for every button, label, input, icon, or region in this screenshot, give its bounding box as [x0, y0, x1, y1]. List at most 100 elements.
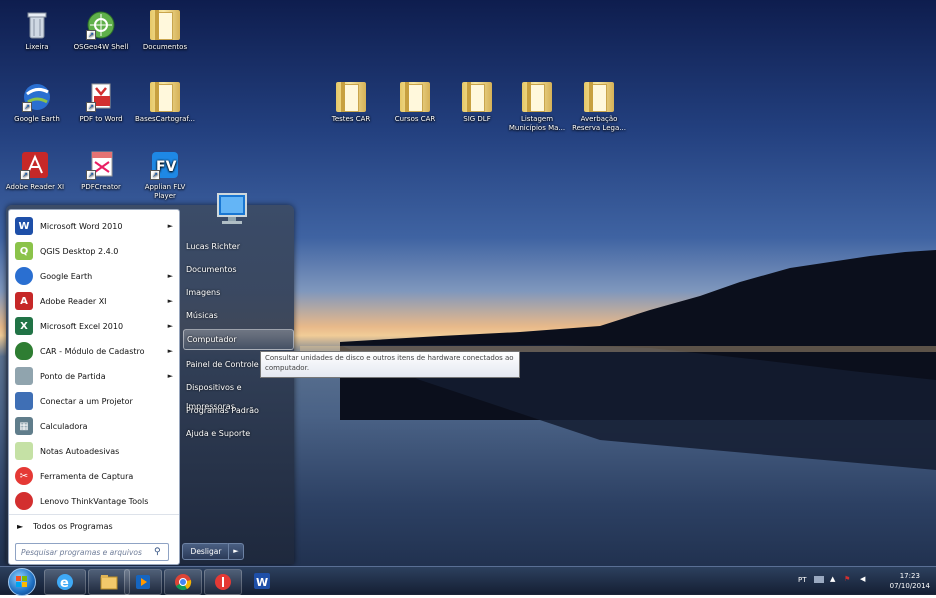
desktop-icon-label: Testes CAR [331, 115, 371, 123]
triangle-right-icon: ► [17, 521, 24, 531]
submenu-arrow-icon[interactable]: ► [168, 322, 173, 330]
adobe-reader-icon: ↗ [20, 150, 50, 180]
program-label: Lenovo ThinkVantage Tools [40, 496, 149, 506]
search-input[interactable]: Pesquisar programas e arquivos ⚲ [15, 543, 169, 561]
pdf-to-word-icon: ↗ [86, 82, 116, 112]
all-programs-label: Todos os Programas [33, 521, 113, 531]
place-imagens[interactable]: Imagens [183, 283, 292, 302]
taskbar-word[interactable]: W [244, 569, 280, 593]
taskbar-media-player[interactable] [124, 569, 162, 595]
osgeo-icon: ↗ [86, 10, 116, 40]
google-earth-icon [15, 267, 33, 285]
program-notas-autoadesivas[interactable]: Notas Autoadesivas [9, 439, 179, 463]
folder-icon [336, 82, 366, 112]
action-center-flag-icon[interactable]: ⚑ [844, 575, 850, 583]
show-hidden-icons-button[interactable]: ▲ [830, 575, 835, 583]
program-label: Adobe Reader XI [40, 296, 107, 306]
excel-icon: X [15, 317, 33, 335]
recycle-bin-icon [22, 10, 52, 40]
sticky-notes-icon [15, 442, 33, 460]
place-computador[interactable]: Computador [183, 329, 294, 350]
taskbar-thinkvantage[interactable] [204, 569, 242, 595]
all-programs-button[interactable]: ► Todos os Programas [9, 514, 179, 537]
desktop-icon-averbacao-reserva[interactable]: Averbação Reserva Lega... [568, 82, 630, 133]
word-icon: W [254, 573, 270, 589]
place-ajuda-suporte[interactable]: Ajuda e Suporte [183, 424, 292, 443]
desktop-icon-basescartograf[interactable]: BasesCartograf... [134, 82, 196, 124]
clock-time: 17:23 [899, 572, 920, 580]
place-lucas-richter[interactable]: Lucas Richter [183, 237, 292, 256]
program-adobe-reader[interactable]: A Adobe Reader XI ► [9, 289, 179, 313]
folder-icon [100, 575, 118, 590]
submenu-arrow-icon[interactable]: ► [168, 222, 173, 230]
search-icon[interactable]: ⚲ [154, 547, 168, 557]
desktop-icon-google-earth[interactable]: ↗ Google Earth [6, 82, 68, 124]
desktop-icon-label: Documentos [142, 43, 188, 51]
program-ferramenta-captura[interactable]: ✂ Ferramenta de Captura [9, 464, 179, 488]
car-leaf-icon [15, 342, 33, 360]
taskbar-chrome[interactable] [164, 569, 202, 595]
search-placeholder: Pesquisar programas e arquivos [21, 547, 142, 557]
place-dispositivos-impressoras[interactable]: Dispositivos e Impressoras [183, 378, 292, 411]
desktop-icon-label: PDFCreator [81, 183, 121, 191]
program-conectar-projetor[interactable]: Conectar a um Projetor [9, 389, 179, 413]
projector-icon [15, 392, 33, 410]
thinkvantage-icon [215, 574, 231, 590]
desktop-icon-osgeo4w-shell[interactable]: ↗ OSGeo4W Shell [70, 10, 132, 52]
program-label: Conectar a um Projetor [40, 396, 133, 406]
volume-icon[interactable]: ◀ [860, 575, 865, 583]
pdfcreator-icon: ↗ [86, 150, 116, 180]
shutdown-options-button[interactable]: ► [228, 543, 244, 560]
desktop-icon-pdf-to-word[interactable]: ↗ PDF to Word [70, 82, 132, 124]
program-label: Calculadora [40, 421, 88, 431]
program-label: Ferramenta de Captura [40, 471, 134, 481]
computer-icon [212, 190, 252, 230]
place-musicas[interactable]: Músicas [183, 306, 292, 325]
clock[interactable]: 17:23 07/10/2014 [890, 571, 930, 591]
program-microsoft-word[interactable]: W Microsoft Word 2010 ► [9, 214, 179, 238]
desktop-icon-adobe-reader[interactable]: ↗ Adobe Reader XI [4, 150, 66, 192]
desktop-icon-label: Cursos CAR [394, 115, 436, 123]
program-microsoft-excel[interactable]: X Microsoft Excel 2010 ► [9, 314, 179, 338]
desktop-icon-pdfcreator[interactable]: ↗ PDFCreator [70, 150, 132, 192]
program-qgis-desktop[interactable]: Q QGIS Desktop 2.4.0 [9, 239, 179, 263]
folder-icon [150, 10, 180, 40]
submenu-arrow-icon[interactable]: ► [168, 297, 173, 305]
desktop-icon-lixeira[interactable]: Lixeira [6, 10, 68, 52]
program-calculadora[interactable]: ▦ Calculadora [9, 414, 179, 438]
desktop-icon-applian-flv[interactable]: FV ↗ Applian FLV Player [134, 150, 196, 201]
program-label: Ponto de Partida [40, 371, 106, 381]
desktop-icon-label: Applian FLV Player [144, 183, 186, 200]
program-car-modulo-cadastro[interactable]: CAR - Módulo de Cadastro ► [9, 339, 179, 363]
flv-player-icon: FV ↗ [150, 150, 180, 180]
windows-logo-icon [16, 576, 27, 587]
desktop-icon-sig-dlf[interactable]: SIG DLF [446, 82, 508, 124]
desktop-icon-label: Google Earth [14, 115, 60, 123]
taskbar-internet-explorer[interactable]: e [44, 569, 86, 595]
desktop-icon-label: PDF to Word [79, 115, 123, 123]
place-programas-padrao[interactable]: Programas Padrão [183, 401, 292, 420]
program-label: Microsoft Word 2010 [40, 221, 123, 231]
desktop-icon-testes-car[interactable]: Testes CAR [320, 82, 382, 124]
program-label: Microsoft Excel 2010 [40, 321, 124, 331]
svg-text:W: W [256, 576, 268, 589]
shortcut-arrow-icon: ↗ [86, 170, 96, 180]
submenu-arrow-icon[interactable]: ► [168, 372, 173, 380]
calculator-icon: ▦ [15, 417, 33, 435]
desktop-icon-cursos-car[interactable]: Cursos CAR [384, 82, 446, 124]
language-indicator[interactable]: PT [798, 576, 807, 584]
start-menu-places-pane: Lucas Richter Documentos Imagens Músicas… [178, 205, 294, 564]
snipping-tool-icon: ✂ [15, 467, 33, 485]
internet-explorer-icon: e [57, 574, 73, 591]
shutdown-button[interactable]: Desligar [182, 543, 230, 560]
program-lenovo-thinkvantage[interactable]: Lenovo ThinkVantage Tools [9, 489, 179, 513]
keyboard-icon[interactable] [814, 576, 824, 583]
submenu-arrow-icon[interactable]: ► [168, 347, 173, 355]
start-button[interactable] [8, 568, 36, 596]
desktop-icon-documentos[interactable]: Documentos [134, 10, 196, 52]
submenu-arrow-icon[interactable]: ► [168, 272, 173, 280]
program-google-earth[interactable]: Google Earth ► [9, 264, 179, 288]
program-ponto-de-partida[interactable]: Ponto de Partida ► [9, 364, 179, 388]
desktop-icon-listagem-municipios[interactable]: Listagem Municípios Ma... [506, 82, 568, 133]
place-documentos[interactable]: Documentos [183, 260, 292, 279]
